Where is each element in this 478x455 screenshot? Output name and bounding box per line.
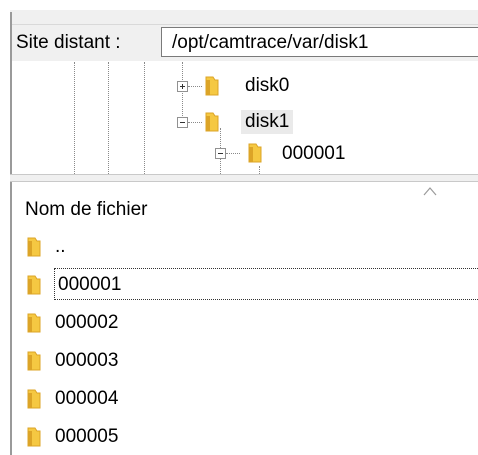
file-name: 000001 xyxy=(54,268,478,300)
folder-icon xyxy=(205,76,219,96)
tree-guide-line xyxy=(259,166,260,174)
pane-splitter[interactable] xyxy=(10,174,478,182)
remote-path-input[interactable]: /opt/camtrace/var/disk1 xyxy=(161,27,478,57)
tree-connector xyxy=(188,86,202,87)
folder-icon xyxy=(27,427,41,447)
list-item[interactable]: 000004 xyxy=(12,380,478,418)
folder-icon xyxy=(27,275,41,295)
list-item[interactable]: 000005 xyxy=(12,418,478,455)
sort-ascending-icon xyxy=(423,187,437,196)
tree-connector xyxy=(226,153,240,154)
remote-path-bar: Site distant : /opt/camtrace/var/disk1 xyxy=(12,25,478,61)
folder-icon xyxy=(27,237,41,257)
expand-icon[interactable] xyxy=(177,81,188,92)
folder-icon xyxy=(248,143,262,163)
folder-icon xyxy=(27,351,41,371)
tree-guide-line xyxy=(144,62,145,174)
remote-directory-tree[interactable]: disk0 disk1 000001 xyxy=(12,62,478,174)
file-name: 000002 xyxy=(55,312,119,333)
collapse-icon[interactable] xyxy=(215,148,226,159)
list-item[interactable]: .. xyxy=(12,228,478,266)
remote-file-list[interactable]: Nom de fichier .. 000001 000002 000003 0… xyxy=(12,182,478,455)
column-header-filename[interactable]: Nom de fichier xyxy=(25,198,148,222)
tree-guide-line xyxy=(74,62,75,174)
list-item[interactable]: 000001 xyxy=(12,266,478,304)
file-name: 000003 xyxy=(55,350,119,371)
tree-guide-line xyxy=(182,62,183,122)
folder-icon xyxy=(27,389,41,409)
folder-icon xyxy=(205,112,219,132)
list-item[interactable]: 000003 xyxy=(12,342,478,380)
list-item[interactable]: 000002 xyxy=(12,304,478,342)
tree-item-label: disk1 xyxy=(241,110,294,134)
file-name: .. xyxy=(55,236,66,257)
tree-item-label: disk0 xyxy=(245,75,290,96)
collapse-icon[interactable] xyxy=(177,117,188,128)
folder-icon xyxy=(27,313,41,333)
panel-top-band xyxy=(10,10,478,25)
remote-site-label: Site distant : xyxy=(16,32,121,53)
file-list-header[interactable]: Nom de fichier xyxy=(12,182,478,228)
tree-connector xyxy=(188,122,202,123)
tree-item-label: 000001 xyxy=(282,143,346,164)
remote-site-panel: Site distant : /opt/camtrace/var/disk1 d… xyxy=(0,0,478,455)
tree-guide-line xyxy=(108,62,109,174)
file-name: 000005 xyxy=(55,426,119,447)
file-name: 000004 xyxy=(55,388,119,409)
